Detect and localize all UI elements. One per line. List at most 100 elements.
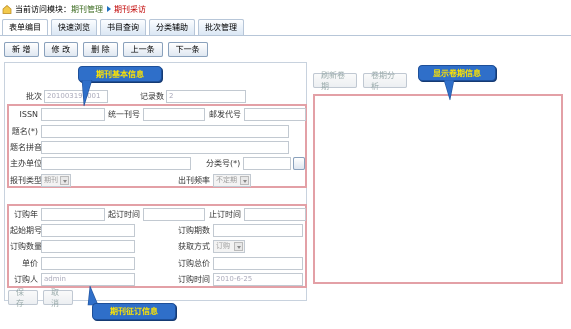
- pinyin-input[interactable]: [41, 140, 289, 154]
- start-time-row: 起订时间: [108, 207, 205, 221]
- sponsor-label: 主办单位: [10, 158, 42, 168]
- class-no-label: 分类号(*): [206, 158, 241, 168]
- breadcrumb-prefix: 当前访问模块：: [15, 4, 71, 14]
- unit-price-label: 单价: [22, 258, 38, 268]
- issn-row: ISSN: [10, 107, 105, 121]
- volume-actions: 刷新卷期 卷期分析: [313, 71, 407, 91]
- chevron-down-icon: [60, 175, 69, 185]
- breadcrumb-current: 期刊采访: [114, 4, 146, 14]
- record-no-row: 记录数 2: [140, 89, 246, 103]
- tab-bar: 表单编目 快速浏览 书目查询 分类辅助 批次管理: [2, 19, 247, 35]
- start-issue-row: 起始期号: [10, 223, 135, 237]
- title-row: 题名(*): [10, 124, 289, 138]
- journal-type-label: 报刊类型: [10, 175, 42, 185]
- issn-label: ISSN: [19, 109, 39, 119]
- record-no-label: 记录数: [140, 91, 164, 101]
- delete-button[interactable]: 删 除: [83, 42, 118, 57]
- frequency-value: 不定期: [216, 176, 237, 184]
- issn-input[interactable]: [41, 107, 105, 121]
- order-qty-row: 订购数量: [10, 239, 135, 253]
- journal-type-select[interactable]: 期刊: [41, 173, 71, 187]
- order-year-label: 订购年: [14, 209, 38, 219]
- unified-no-label: 统一刊号: [108, 109, 140, 119]
- class-lookup-button[interactable]: [293, 156, 306, 170]
- tab-class-assist[interactable]: 分类辅助: [149, 19, 195, 35]
- unified-no-row: 统一刊号: [108, 107, 205, 121]
- orderer-input[interactable]: admin: [41, 272, 135, 286]
- tab-form-catalog[interactable]: 表单编目: [2, 19, 48, 35]
- postal-code-row: 邮发代号: [209, 107, 306, 121]
- class-no-input[interactable]: [243, 156, 292, 170]
- toolbar: 新 增 修 改 删 除 上一条 下一条: [4, 42, 208, 58]
- order-time-input[interactable]: 2010-6-25: [213, 272, 303, 286]
- start-time-input[interactable]: [143, 207, 205, 221]
- home-icon: [2, 4, 12, 14]
- chevron-down-icon: [240, 175, 249, 185]
- end-time-input[interactable]: [244, 207, 306, 221]
- title-input[interactable]: [41, 124, 289, 138]
- analyze-volume-button[interactable]: 卷期分析: [363, 71, 407, 91]
- order-year-input[interactable]: [41, 207, 105, 221]
- sponsor-input[interactable]: [41, 156, 191, 170]
- add-button[interactable]: 新 增: [4, 42, 39, 57]
- order-issues-input[interactable]: [213, 223, 303, 237]
- orderer-row: 订购人 admin: [10, 272, 135, 286]
- refresh-volume-button[interactable]: 刷新卷期: [313, 71, 357, 91]
- callout-volume-info: 显示卷期信息: [418, 65, 496, 81]
- order-qty-input[interactable]: [41, 239, 135, 253]
- postal-code-label: 邮发代号: [209, 109, 241, 119]
- edit-button[interactable]: 修 改: [43, 42, 79, 57]
- breadcrumb-module[interactable]: 期刊管理: [71, 4, 103, 15]
- sponsor-row: 主办单位: [10, 156, 191, 170]
- record-no-input[interactable]: 2: [166, 89, 246, 103]
- tab-bib-search[interactable]: 书目查询: [100, 19, 146, 35]
- frequency-row: 出刊频率 不定期: [178, 173, 251, 187]
- total-price-input[interactable]: [213, 256, 303, 270]
- acquire-mode-label: 获取方式: [178, 241, 210, 251]
- acquire-mode-select[interactable]: 订购: [213, 239, 245, 253]
- journal-type-row: 报刊类型 期刊: [10, 173, 71, 187]
- prev-record-button[interactable]: 上一条: [122, 42, 163, 57]
- start-time-label: 起订时间: [108, 209, 140, 219]
- arrow-right-icon: [107, 6, 111, 12]
- end-time-row: 止订时间: [209, 207, 306, 221]
- order-time-label: 订购时间: [178, 274, 210, 284]
- journal-type-value: 期刊: [44, 176, 58, 184]
- frequency-select[interactable]: 不定期: [213, 173, 251, 187]
- unit-price-input[interactable]: [41, 256, 135, 270]
- postal-code-input[interactable]: [244, 107, 306, 121]
- callout-pointer: [443, 80, 455, 101]
- end-time-label: 止订时间: [209, 209, 241, 219]
- volume-info-panel: [313, 94, 563, 284]
- callout-pointer: [81, 80, 93, 107]
- start-issue-label: 起始期号: [10, 225, 42, 235]
- next-record-button[interactable]: 下一条: [167, 42, 208, 57]
- tab-batch-manage[interactable]: 批次管理: [198, 19, 244, 35]
- total-price-row: 订购总价: [178, 256, 303, 270]
- pinyin-label: 题名拼音: [10, 142, 42, 152]
- chevron-down-icon: [234, 241, 243, 251]
- acquire-mode-row: 获取方式 订购: [178, 239, 245, 253]
- order-time-row: 订购时间 2010-6-25: [178, 272, 303, 286]
- cancel-button[interactable]: 取 消: [43, 288, 73, 308]
- order-issues-label: 订购期数: [178, 225, 210, 235]
- title-label: 题名(*): [11, 126, 38, 136]
- batch-label: 批次: [26, 91, 42, 101]
- unified-no-input[interactable]: [143, 107, 205, 121]
- start-issue-input[interactable]: [41, 223, 135, 237]
- tab-divider: [0, 35, 571, 36]
- total-price-label: 订购总价: [178, 258, 210, 268]
- batch-input[interactable]: 201003190001: [44, 89, 108, 103]
- class-no-row: 分类号(*): [206, 156, 306, 170]
- acquire-mode-value: 订购: [216, 242, 230, 250]
- tab-quick-browse[interactable]: 快速浏览: [51, 19, 97, 35]
- order-issues-row: 订购期数: [178, 223, 303, 237]
- save-button[interactable]: 保 存: [8, 288, 38, 308]
- callout-order-info: 期刊征订信息: [92, 303, 176, 320]
- breadcrumb: 当前访问模块： 期刊管理 期刊采访: [2, 2, 146, 16]
- bottom-actions: 保 存 取 消: [8, 288, 73, 308]
- order-year-row: 订购年: [10, 207, 105, 221]
- order-qty-label: 订购数量: [10, 241, 42, 251]
- pinyin-row: 题名拼音: [10, 140, 289, 154]
- unit-price-row: 单价: [10, 256, 135, 270]
